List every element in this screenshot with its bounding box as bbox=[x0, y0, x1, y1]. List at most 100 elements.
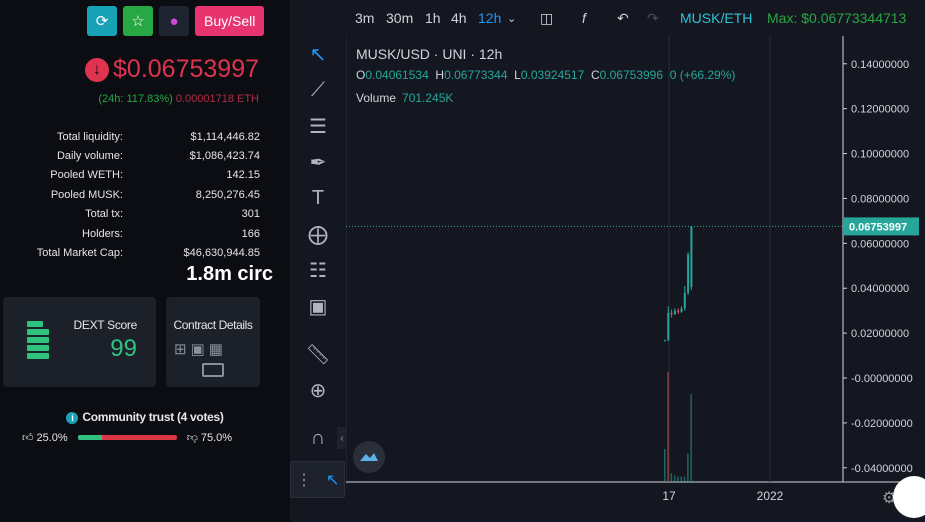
candle-body bbox=[667, 312, 670, 341]
x-tick-label: 17 bbox=[662, 489, 676, 503]
close-label: C bbox=[590, 68, 600, 82]
stat-label: Daily volume: bbox=[56, 150, 123, 163]
stat-row: Pooled WETH: 142.15 bbox=[0, 166, 260, 185]
y-tick-label: -0.02000000 bbox=[851, 418, 913, 430]
up-percentage: 25.0% bbox=[36, 431, 68, 444]
stat-value: 166 bbox=[241, 227, 260, 240]
stat-label: Pooled WETH: bbox=[50, 169, 123, 182]
y-tick-label: -0.00000000 bbox=[851, 373, 913, 385]
stats-list: Total liquidity: $1,114,446.82 Daily volu… bbox=[0, 127, 260, 263]
buy-sell-button[interactable]: Buy/Sell bbox=[195, 6, 265, 36]
favorite-button[interactable]: ☆ bbox=[123, 6, 153, 36]
share-icon: ⟳ bbox=[95, 13, 109, 30]
chart-panel: 3m 30m 1h 4h 12h ⌄ ◫ f ↶ ↷ MUSK/ETH Max:… bbox=[290, 0, 925, 522]
volume-bar bbox=[670, 473, 673, 482]
candle-body bbox=[687, 254, 690, 293]
volume-bar bbox=[673, 475, 676, 482]
volume-bar bbox=[690, 394, 692, 482]
trust-votes: 👍︎ 25.0% 👎︎ 75.0% bbox=[22, 431, 233, 445]
volume-bar bbox=[677, 476, 679, 482]
y-tick-label: 0.08000000 bbox=[851, 193, 909, 205]
token-info-panel: ⟳ ☆ ● Buy/Sell ↓ $0.06753997 (24h: 117.8… bbox=[0, 0, 290, 522]
dext-score-card[interactable]: DEXT Score 99 bbox=[3, 297, 156, 387]
contract-title: Contract Details bbox=[173, 318, 253, 332]
volume-bar bbox=[667, 372, 669, 482]
high-label: H bbox=[435, 68, 445, 82]
dext-title: DEXT Score bbox=[73, 318, 138, 332]
stat-row: Holders: 166 bbox=[0, 224, 260, 243]
money-icon bbox=[202, 363, 224, 377]
v-logo-button[interactable]: ● bbox=[159, 6, 189, 36]
community-trust: i Community trust (4 votes) bbox=[0, 410, 290, 424]
candle-body bbox=[680, 308, 683, 312]
stat-row: Pooled MUSK: 8,250,276.45 bbox=[0, 185, 260, 204]
volume-bar bbox=[664, 449, 666, 482]
y-tick-label: 0.12000000 bbox=[851, 104, 909, 116]
lock-icon: ▣ bbox=[190, 341, 205, 358]
share-button[interactable]: ⟳ bbox=[87, 6, 117, 36]
volume-value: 701.245K bbox=[402, 91, 454, 105]
high-value: 0.06773344 bbox=[444, 68, 508, 82]
close-value: 0.06753996 bbox=[599, 68, 664, 82]
v-logo-icon: ● bbox=[169, 12, 179, 30]
stat-value: 142.15 bbox=[226, 169, 260, 182]
circulating-supply: 1.8m circ bbox=[186, 263, 273, 285]
y-tick-label: 0.02000000 bbox=[851, 328, 909, 340]
down-percentage: 75.0% bbox=[200, 431, 233, 444]
eth-value: 0.00001718 ETH bbox=[175, 93, 259, 105]
volume-label: Volume bbox=[356, 91, 397, 105]
stat-label: Total Market Cap: bbox=[36, 247, 123, 260]
tradingview-icon bbox=[360, 453, 378, 461]
stat-value: $1,114,446.82 bbox=[190, 130, 260, 143]
arrow-down-icon: ↓ bbox=[85, 57, 110, 82]
stat-label: Total tx: bbox=[85, 208, 123, 221]
y-tick-label: 0.14000000 bbox=[851, 59, 909, 71]
contract-icons: ⊞ ▣ ▦ bbox=[174, 340, 223, 358]
volume-legend: Volume 701.245K bbox=[356, 91, 453, 105]
thumbs-down-icon[interactable]: 👎︎ bbox=[187, 431, 198, 444]
stat-row: Daily volume: $1,086,423.74 bbox=[0, 146, 260, 165]
candle-body bbox=[664, 340, 666, 342]
candle-body bbox=[683, 292, 686, 309]
app-root: ⟳ ☆ ● Buy/Sell ↓ $0.06753997 (24h: 117.8… bbox=[0, 0, 925, 522]
trust-bar bbox=[77, 435, 177, 440]
star-icon: ☆ bbox=[131, 13, 145, 30]
x-tick-label: 2022 bbox=[757, 489, 784, 503]
chart-title: MUSK/USD · UNI · 12h bbox=[356, 46, 503, 62]
trust-bar-fill bbox=[77, 435, 103, 440]
thumbs-up-icon[interactable]: 👍︎ bbox=[22, 431, 34, 444]
open-value: 0.04061534 bbox=[365, 68, 429, 82]
dext-logo-icon bbox=[27, 321, 49, 365]
info-icon: i bbox=[66, 412, 79, 424]
change-value: 0 (+66.29%) bbox=[669, 68, 736, 82]
y-tick-label: 0.06000000 bbox=[851, 238, 909, 250]
y-tick-label: 0.10000000 bbox=[851, 149, 909, 161]
stat-label: Total liquidity: bbox=[56, 130, 123, 143]
low-label: L bbox=[514, 68, 521, 82]
open-label: O bbox=[356, 68, 366, 82]
cubes-icon: ▦ bbox=[208, 341, 223, 358]
plus-square-icon: ⊞ bbox=[174, 341, 187, 358]
action-buttons: ⟳ ☆ ● Buy/Sell bbox=[87, 6, 265, 36]
low-value: 0.03924517 bbox=[520, 68, 585, 82]
stat-row: Total tx: 301 bbox=[0, 205, 260, 224]
volume-bar bbox=[687, 453, 689, 482]
current-price-label: 0.06753997 bbox=[849, 221, 907, 233]
stat-label: Pooled MUSK: bbox=[50, 188, 123, 201]
stat-value: 301 bbox=[241, 208, 260, 221]
price-value: $0.06753997 bbox=[113, 55, 259, 83]
stat-value: $46,630,944.85 bbox=[183, 247, 260, 260]
stat-row: Total liquidity: $1,114,446.82 bbox=[0, 127, 260, 146]
volume-bar bbox=[683, 476, 686, 482]
stat-value: $1,086,423.74 bbox=[189, 150, 260, 163]
y-tick-label: 0.04000000 bbox=[851, 283, 909, 295]
price-change: (24h: 117.83%) 0.00001718 ETH bbox=[98, 93, 259, 105]
candle-body bbox=[670, 312, 673, 315]
stat-row: Total Market Cap: $46,630,944.85 bbox=[0, 243, 260, 262]
dext-score-value: 99 bbox=[110, 335, 137, 362]
contract-details-card[interactable]: Contract Details ⊞ ▣ ▦ bbox=[166, 297, 260, 387]
candle-body bbox=[677, 310, 680, 312]
tradingview-logo[interactable] bbox=[353, 441, 385, 473]
ohlc-values: O0.04061534 H0.06773344 L0.03924517 C0.0… bbox=[356, 68, 735, 82]
candle-body bbox=[690, 226, 693, 287]
